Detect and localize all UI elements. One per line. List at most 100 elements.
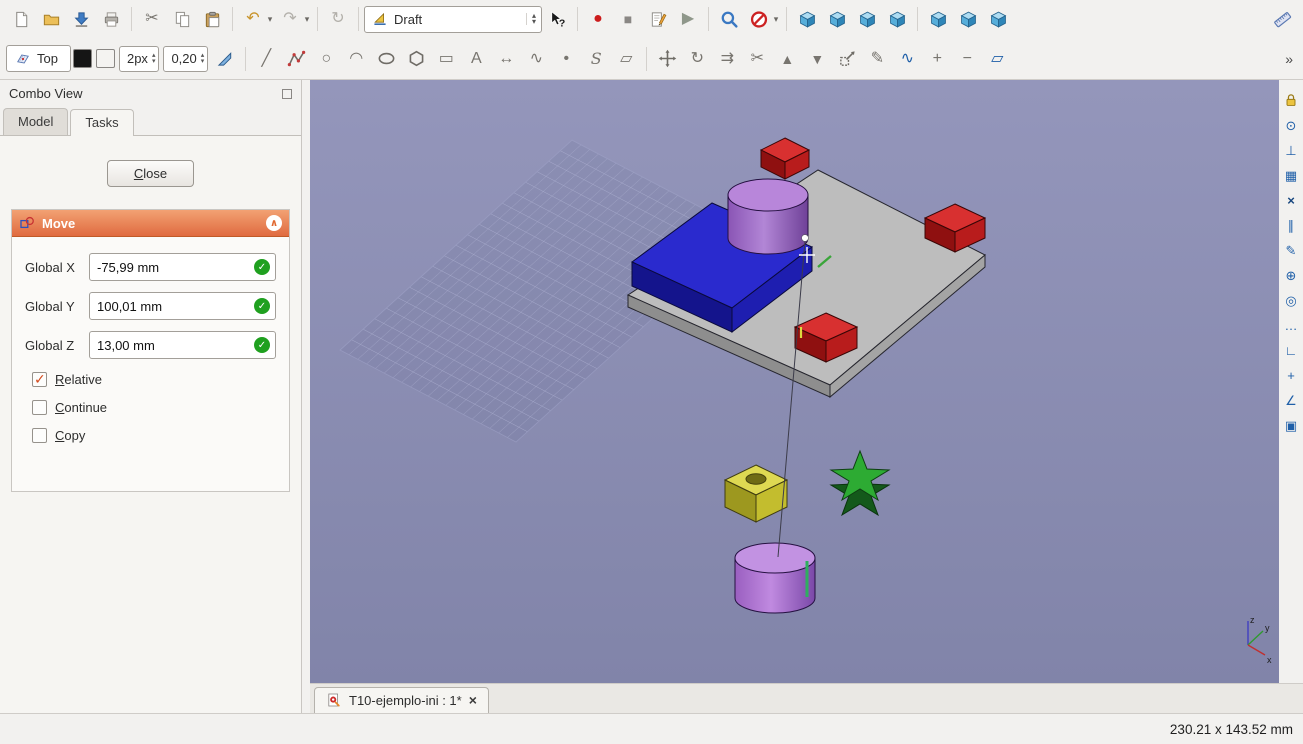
snap-extension-button[interactable]: ✎ <box>1281 240 1301 260</box>
open-file-button[interactable] <box>36 5 66 33</box>
undo-dropdown[interactable]: ▾ <box>265 14 275 25</box>
draft-rectangle-button[interactable]: ▭ <box>431 45 461 73</box>
snap-perpendicular-button[interactable]: ⊥ <box>1281 140 1301 160</box>
snap-grid-button[interactable]: ▦ <box>1281 165 1301 185</box>
snap-dimensions-button[interactable]: … <box>1281 315 1301 335</box>
draft-circle-button[interactable]: ○ <box>311 45 341 73</box>
tab-tasks[interactable]: Tasks <box>70 109 133 136</box>
snap-parallel-button[interactable]: ∥ <box>1281 215 1301 235</box>
working-plane-button[interactable]: Top <box>6 45 71 72</box>
draft-delete-point-button[interactable]: − <box>952 45 982 73</box>
continue-checkbox[interactable] <box>32 400 47 415</box>
draft-ellipse-button[interactable] <box>371 45 401 73</box>
global-scale-spinbox[interactable]: 0,20 ▴▾ <box>163 46 208 72</box>
macro-stop-button[interactable]: ■ <box>613 5 643 33</box>
view-left-button[interactable] <box>983 5 1013 33</box>
draft-add-point-button[interactable]: + <box>922 45 952 73</box>
open-folder-icon <box>42 10 61 29</box>
draft-shape2dview-button[interactable]: ▱ <box>982 45 1012 73</box>
view-rear-button[interactable] <box>923 5 953 33</box>
global-y-input[interactable] <box>89 292 276 320</box>
draft-bspline-button[interactable]: ∿ <box>521 45 551 73</box>
view-axonometric-button[interactable] <box>792 5 822 33</box>
snap-perpendicular-icon: ⊥ <box>1285 144 1296 157</box>
undo-button[interactable]: ↶ <box>238 5 268 33</box>
construction-mode-button[interactable] <box>210 45 240 73</box>
toolbar-overflow-button[interactable]: » <box>1285 52 1297 66</box>
snap-angle-button[interactable]: ∠ <box>1281 390 1301 410</box>
relative-checkbox[interactable] <box>32 372 47 387</box>
draft-downgrade-button[interactable]: ▼ <box>802 45 832 73</box>
snap-workingplane-button[interactable]: ▣ <box>1281 415 1301 435</box>
workbench-selector-value: Draft <box>394 12 422 27</box>
copy-checkbox[interactable] <box>32 428 47 443</box>
refresh-button[interactable]: ↻ <box>323 5 353 33</box>
copy-button[interactable] <box>167 5 197 33</box>
draft-edit-button[interactable]: ✎ <box>862 45 892 73</box>
valid-check-icon: ✓ <box>254 337 270 353</box>
draft-trimex-button[interactable]: ✂ <box>742 45 772 73</box>
document-tab[interactable]: T10-ejemplo-ini : 1* × <box>314 687 489 713</box>
draft-rotate-button[interactable]: ↻ <box>682 45 712 73</box>
draft-shapestring-button[interactable]: S <box>581 45 611 73</box>
macro-edit-button[interactable] <box>643 5 673 33</box>
print-button[interactable] <box>96 5 126 33</box>
view-front-button[interactable] <box>822 5 852 33</box>
combo-spin-arrows[interactable]: ▴▾ <box>526 13 536 25</box>
global-x-input[interactable] <box>89 253 276 281</box>
draft-upgrade-button[interactable]: ▲ <box>772 45 802 73</box>
draft-wire-to-bspline-button[interactable]: ∿ <box>892 45 922 73</box>
close-task-button[interactable]: Close <box>107 160 194 187</box>
panel-float-icon[interactable] <box>282 89 292 99</box>
measure-distance-button[interactable] <box>1267 5 1297 33</box>
snap-lock-button[interactable] <box>1281 90 1301 110</box>
macro-execute-button[interactable]: ▶ <box>673 5 703 33</box>
fit-all-button[interactable] <box>714 5 744 33</box>
object-cylinder-top[interactable] <box>728 179 808 254</box>
snap-ortho-button[interactable]: ∟ <box>1281 340 1301 360</box>
draw-style-button[interactable] <box>744 5 774 33</box>
view-right-button[interactable] <box>882 5 912 33</box>
new-file-button[interactable] <box>6 5 36 33</box>
spin-arrows[interactable]: ▴▾ <box>201 53 205 64</box>
snap-endpoint-button[interactable]: ⊙ <box>1281 115 1301 135</box>
collapse-chevron-icon[interactable]: ∧ <box>266 215 282 231</box>
snap-near-button[interactable]: + <box>1281 365 1301 385</box>
line-width-spinbox[interactable]: 2px ▴▾ <box>119 46 159 72</box>
paste-button[interactable] <box>197 5 227 33</box>
combo-view-tabs: Model Tasks <box>0 105 301 136</box>
face-color-swatch[interactable] <box>96 49 115 68</box>
draft-offset-button[interactable]: ⇉ <box>712 45 742 73</box>
redo-dropdown[interactable]: ▾ <box>302 14 312 25</box>
draft-facebinder-button[interactable]: ▱ <box>611 45 641 73</box>
draft-scale-button[interactable] <box>832 45 862 73</box>
cut-button[interactable]: ✂ <box>137 5 167 33</box>
line-color-swatch[interactable] <box>73 49 92 68</box>
draft-text-button[interactable]: A <box>461 45 491 73</box>
draft-move-button[interactable] <box>652 45 682 73</box>
workbench-selector[interactable]: Draft ▴▾ <box>364 6 542 33</box>
macro-record-button[interactable]: ● <box>583 5 613 33</box>
spin-arrows[interactable]: ▴▾ <box>152 53 156 64</box>
object-cylinder-bottom[interactable] <box>735 543 815 613</box>
view-top-button[interactable] <box>852 5 882 33</box>
view-bottom-button[interactable] <box>953 5 983 33</box>
draft-arc-button[interactable]: ◠ <box>341 45 371 73</box>
tab-model[interactable]: Model <box>3 108 68 135</box>
snap-midpoint-button[interactable]: ⊕ <box>1281 265 1301 285</box>
snap-intersection-button[interactable]: × <box>1281 190 1301 210</box>
tab-close-icon[interactable]: × <box>469 693 477 707</box>
draft-wire-button[interactable] <box>281 45 311 73</box>
move-task-header[interactable]: Move ∧ <box>12 210 289 237</box>
draft-point-button[interactable]: • <box>551 45 581 73</box>
3d-viewport[interactable]: z y x <box>310 80 1279 683</box>
draft-line-button[interactable]: ╱ <box>251 45 281 73</box>
redo-button[interactable]: ↷ <box>275 5 305 33</box>
save-button[interactable] <box>66 5 96 33</box>
draw-style-dropdown[interactable]: ▾ <box>771 14 781 25</box>
whats-this-button[interactable] <box>542 5 572 33</box>
draft-dimension-button[interactable]: ↔ <box>491 45 521 73</box>
snap-center-button[interactable]: ◎ <box>1281 290 1301 310</box>
draft-polygon-button[interactable] <box>401 45 431 73</box>
global-z-input[interactable] <box>89 331 276 359</box>
